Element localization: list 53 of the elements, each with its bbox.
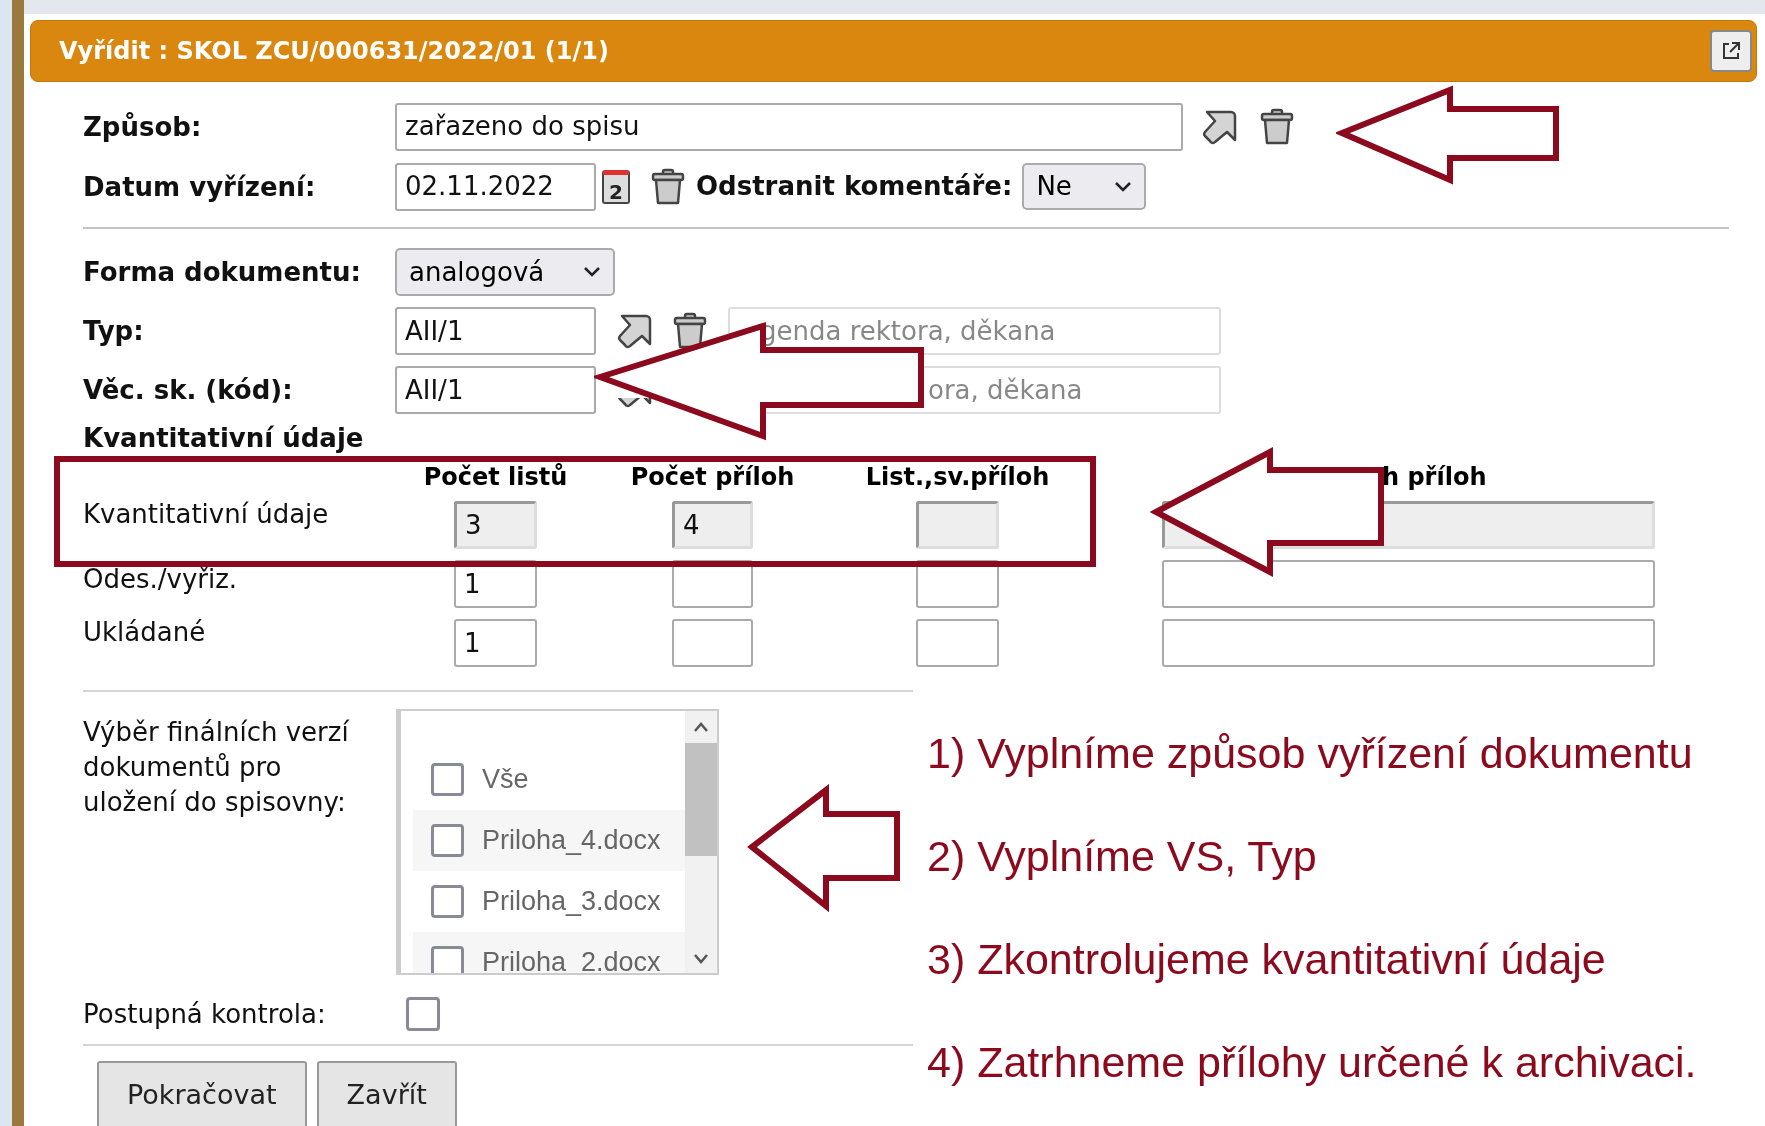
field-label: Datum vyřízení: [83, 173, 317, 200]
description-text: ora, děkana [928, 375, 1083, 405]
trash-icon[interactable] [650, 167, 686, 206]
column-header: Počet příloh [630, 465, 795, 489]
arrow-up-right-icon[interactable] [616, 312, 654, 350]
column-header: List.,sv.příloh [865, 465, 1050, 489]
code-field[interactable]: AII/1 [395, 366, 596, 414]
trash-icon[interactable] [1259, 107, 1295, 146]
number-field: 4 [672, 501, 753, 549]
field-label: Odstranit komentáře: [696, 170, 1013, 203]
number-field: 3 [454, 501, 537, 549]
checkbox[interactable] [406, 997, 440, 1031]
checkbox[interactable] [431, 824, 464, 857]
field-label: Typ: [83, 318, 145, 344]
number-field[interactable] [1162, 560, 1655, 608]
field-label: Věc. sk. (kód): [83, 377, 294, 403]
list-item[interactable]: Priloha_2.docx [413, 932, 685, 973]
number-field[interactable] [916, 619, 999, 667]
instruction-step: 1) Vyplníme způsob vyřízení dokumentu [927, 726, 1697, 780]
select-dropdown[interactable]: analogová [395, 248, 615, 296]
number-field[interactable]: 1 [454, 619, 537, 667]
column-header: Počet listů [423, 465, 568, 489]
calendar-icon[interactable]: 2 [602, 169, 630, 204]
dialog-button[interactable]: Pokračovat [97, 1061, 307, 1126]
instruction-step: 4) Zatrhneme přílohy určené k archivaci. [927, 1035, 1697, 1089]
dialog-button[interactable]: Zavřít [316, 1061, 457, 1126]
number-field[interactable] [672, 619, 753, 667]
chevron-down-icon [583, 266, 601, 278]
checkbox[interactable] [431, 763, 464, 796]
field-label: Forma dokumentu: [83, 259, 362, 285]
external-link-icon [1720, 40, 1742, 62]
field-label: Výběr finálních verzí dokumentů pro uložení do spisovny: [83, 716, 350, 819]
dialog-title: Vyřídit : SKOL ZCU/000631/2022/01 (1/1) [59, 36, 609, 67]
date-field[interactable]: 02.11.2022 [395, 162, 596, 211]
code-field[interactable]: AII/1 [395, 307, 596, 355]
row-label: Kvantitativní údaje [83, 501, 330, 531]
popout-button[interactable] [1710, 30, 1752, 72]
chevron-down-icon [1114, 180, 1133, 193]
checkbox[interactable] [431, 885, 464, 918]
number-field[interactable] [1162, 619, 1655, 667]
field-label: Způsob: [83, 113, 203, 140]
row-label: Ukládané [83, 619, 207, 649]
section-heading: Kvantitativní údaje [83, 425, 365, 451]
instruction-step: 3) Zkontrolujeme kvantitativní údaje [927, 932, 1697, 986]
checkbox[interactable] [431, 946, 464, 973]
field-label: Postupná kontrola: [83, 997, 327, 1031]
text-field[interactable]: zařazeno do spisu [395, 102, 1183, 151]
select-dropdown[interactable]: Ne [1022, 163, 1147, 210]
scrollbar[interactable] [685, 711, 717, 973]
row-label: Odes./vyřiz. [83, 563, 239, 596]
list-item[interactable]: Priloha_4.docx [413, 810, 685, 871]
instruction-step: 2) Vyplníme VS, Typ [927, 829, 1697, 883]
column-header: h příloh [1382, 465, 1487, 489]
